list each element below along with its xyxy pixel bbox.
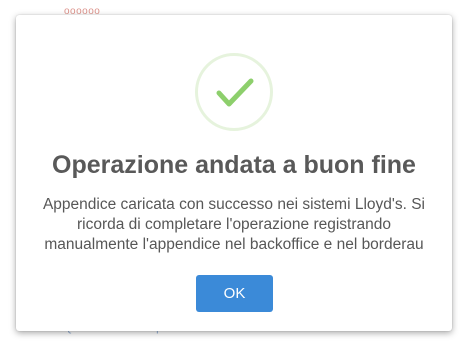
success-dialog: Operazione andata a buon fine Appendice … bbox=[16, 15, 452, 331]
dialog-message-line: ricorda di completare l'operazione regis… bbox=[77, 216, 391, 233]
dialog-message-line: Appendice caricata con successo nei sist… bbox=[42, 196, 426, 213]
dialog-message: Appendice caricata con successo nei sist… bbox=[30, 195, 438, 255]
success-icon-circle bbox=[195, 53, 273, 131]
dialog-message-line: manualmente l'appendice nel backoffice e… bbox=[44, 236, 424, 253]
dialog-title: Operazione andata a buon fine bbox=[52, 151, 416, 179]
checkmark-success-icon bbox=[216, 78, 254, 107]
ok-button[interactable]: OK bbox=[196, 275, 273, 312]
